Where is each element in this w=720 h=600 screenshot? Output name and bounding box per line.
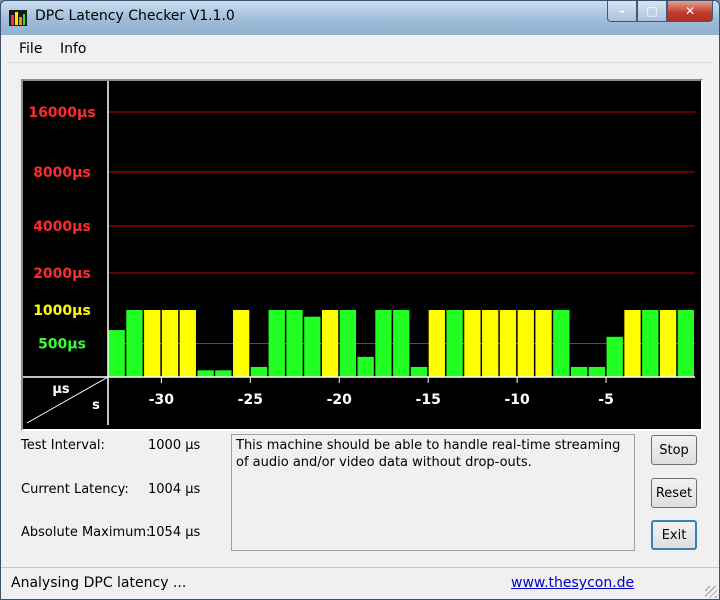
x-tick-label: -30 (149, 392, 175, 408)
menu-info[interactable]: Info (60, 41, 87, 57)
stop-button[interactable]: Stop (651, 435, 697, 465)
latency-bar (659, 310, 677, 377)
x-axis-unit-label: s (92, 398, 100, 413)
status-message: This machine should be able to handle re… (236, 438, 621, 470)
latency-bar (464, 310, 481, 377)
latency-bar (108, 330, 125, 377)
status-text: Analysing DPC latency ... (11, 575, 187, 591)
y-level-label: 4000µs (33, 219, 91, 235)
latency-bar (357, 356, 374, 377)
latency-bar (268, 310, 285, 377)
latency-bar (553, 310, 570, 377)
current-latency-label: Current Latency: (21, 482, 129, 497)
latency-bar (677, 310, 694, 377)
y-level-label: 1000µs (33, 303, 91, 319)
test-interval-value: 1000 µs (148, 438, 201, 453)
latency-bar (588, 366, 606, 377)
latency-bar (375, 310, 392, 377)
latency-bar (126, 310, 143, 377)
latency-bar (179, 310, 196, 377)
y-level-label: 2000µs (33, 266, 91, 282)
latency-bar (606, 336, 623, 377)
latency-bar (250, 366, 268, 377)
maximize-icon: □ (646, 4, 658, 18)
latency-bar (215, 370, 232, 377)
window-title: DPC Latency Checker V1.1.0 (35, 8, 235, 24)
latency-bar (428, 310, 445, 377)
y-axis-unit-label: µs (52, 382, 70, 397)
absolute-maximum-value: 1054 µs (148, 525, 201, 540)
menu-bar: File Info (7, 36, 713, 63)
minimize-button[interactable]: – (607, 1, 637, 22)
current-latency-value: 1004 µs (148, 482, 201, 497)
latency-bar (286, 310, 303, 377)
latency-bar (161, 310, 179, 377)
x-tick-label: -15 (416, 392, 441, 408)
app-window: DPC Latency Checker V1.1.0 – □ ✕ File In… (0, 0, 720, 600)
title-bar[interactable]: DPC Latency Checker V1.1.0 – □ ✕ (1, 1, 719, 35)
status-bar: Analysing DPC latency ... www.thesycon.d… (1, 567, 719, 599)
test-interval-label: Test Interval: (21, 438, 105, 453)
absolute-maximum-label: Absolute Maximum: (21, 525, 151, 540)
latency-chart: 16000µs 8000µs 4000µs 2000µs 1000µs 500µs µs s -… (21, 79, 703, 431)
x-tick-label: -5 (598, 392, 614, 408)
latency-bar (642, 310, 659, 377)
latency-bar (339, 310, 357, 377)
close-icon: ✕ (684, 4, 696, 18)
latency-chart-svg: 16000µs 8000µs 4000µs 2000µs 1000µs 500µs µs s -… (23, 81, 695, 425)
latency-bar (624, 310, 641, 377)
maximize-button[interactable]: □ (637, 1, 667, 22)
x-tick-label: -25 (238, 392, 263, 408)
y-level-label: 8000µs (33, 165, 91, 181)
latency-bar (144, 310, 161, 377)
resize-grip-icon[interactable] (705, 586, 717, 598)
latency-bar (570, 366, 588, 377)
x-tick-label: -20 (327, 392, 353, 408)
status-message-box: This machine should be able to handle re… (231, 434, 635, 551)
y-level-label: 16000µs (28, 105, 95, 121)
latency-bar (517, 310, 534, 377)
latency-bar (410, 366, 428, 377)
website-link[interactable]: www.thesycon.de (511, 575, 634, 591)
latency-bar (304, 316, 321, 377)
x-tick-label: -10 (504, 392, 530, 408)
exit-button[interactable]: Exit (651, 520, 697, 550)
latency-bar (482, 310, 499, 377)
latency-bar (393, 310, 410, 377)
latency-bar (233, 310, 250, 377)
reset-button[interactable]: Reset (651, 478, 697, 508)
menu-file[interactable]: File (19, 41, 42, 57)
latency-bar (499, 310, 517, 377)
latency-bar (535, 310, 552, 377)
minimize-icon: – (619, 4, 625, 18)
latency-bar (321, 310, 339, 377)
latency-bar (197, 370, 214, 377)
latency-bar (446, 310, 463, 377)
close-button[interactable]: ✕ (667, 1, 713, 22)
y-level-label: 500µs (38, 337, 86, 353)
app-icon (9, 10, 27, 26)
